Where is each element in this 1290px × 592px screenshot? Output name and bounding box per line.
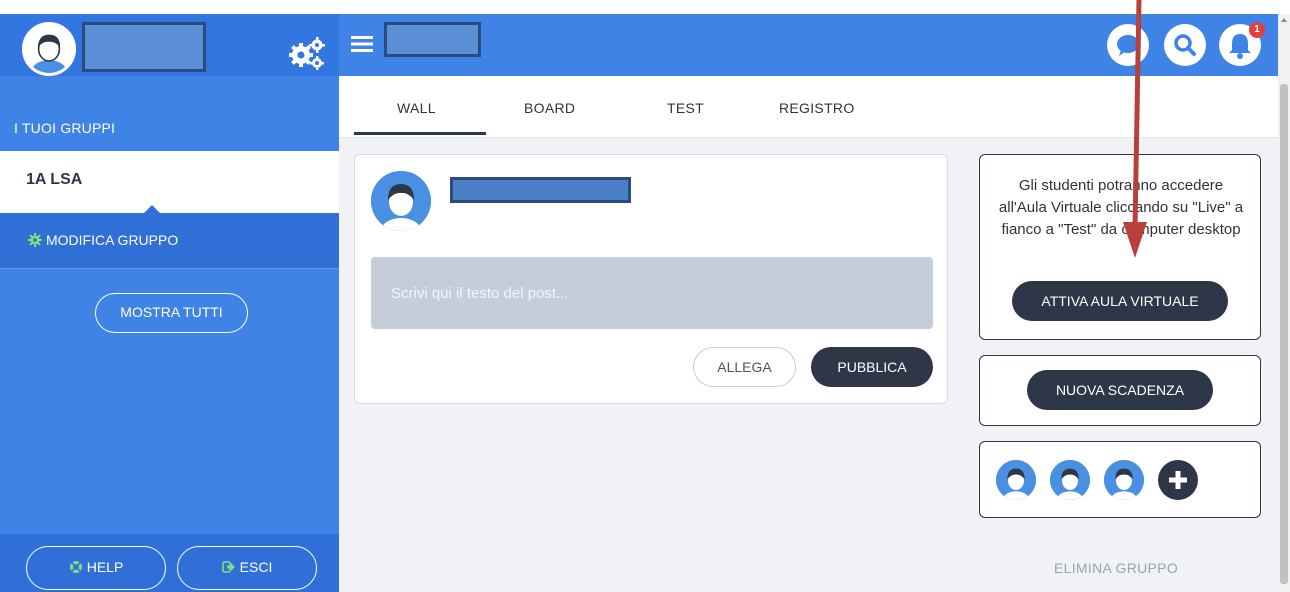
sidebar: I TUOI GRUPPI 1A LSA MODIFICA GRUPPO MOS…: [0, 14, 339, 592]
avatar-icon: [25, 25, 73, 73]
new-deadline-button[interactable]: NUOVA SCADENZA: [1027, 370, 1213, 410]
exit-label: ESCI: [239, 559, 273, 575]
tab-wall[interactable]: WALL: [397, 100, 436, 116]
post-text-input[interactable]: [371, 257, 933, 329]
member-avatar[interactable]: [1104, 460, 1144, 500]
post-author-avatar: [371, 171, 431, 231]
cog-icon: [28, 233, 42, 247]
avatar-icon: [1104, 460, 1144, 500]
delete-group-link[interactable]: ELIMINA GRUPPO: [1054, 560, 1178, 576]
members-card: [979, 441, 1261, 518]
tab-test[interactable]: TEST: [667, 100, 704, 116]
avatar-icon: [1050, 460, 1090, 500]
modify-group-item[interactable]: MODIFICA GRUPPO: [0, 213, 339, 269]
author-name-redacted: [450, 177, 631, 203]
tab-board[interactable]: BOARD: [524, 100, 575, 116]
active-tab-indicator: [354, 132, 486, 135]
show-all-button[interactable]: MOSTRA TUTTI: [95, 293, 248, 333]
plus-icon: [1169, 471, 1187, 489]
tab-registro[interactable]: REGISTRO: [779, 100, 855, 116]
help-button[interactable]: HELP: [26, 546, 166, 590]
annotation-arrow-icon: [1123, 0, 1147, 258]
activate-virtual-classroom-button[interactable]: ATTIVA AULA VIRTUALE: [1012, 281, 1228, 321]
lifebuoy-icon: [69, 561, 82, 574]
help-label: HELP: [86, 559, 124, 575]
new-post-card: ALLEGA PUBBLICA: [354, 154, 948, 404]
sidebar-footer: HELP ESCI: [0, 534, 339, 592]
scroll-up-arrow[interactable]: [1281, 18, 1287, 22]
user-avatar[interactable]: [22, 22, 76, 76]
modify-group-label: MODIFICA GRUPPO: [46, 232, 179, 248]
top-strip: [0, 0, 1290, 14]
sidebar-header: [0, 14, 339, 76]
member-avatar[interactable]: [996, 460, 1036, 500]
group-name: 1A LSA: [26, 171, 83, 188]
groups-label: I TUOI GRUPPI: [14, 120, 116, 136]
deadline-card: NUOVA SCADENZA: [979, 355, 1261, 426]
sign-out-icon: [221, 561, 235, 574]
attach-button[interactable]: ALLEGA: [693, 347, 796, 387]
hamburger-menu-icon[interactable]: [351, 34, 373, 54]
sidebar-item-group-1a-lsa[interactable]: 1A LSA: [0, 151, 339, 215]
scroll-thumb[interactable]: [1280, 84, 1288, 584]
add-member-button[interactable]: [1158, 460, 1198, 500]
search-icon: [1174, 34, 1196, 56]
avatar-icon: [371, 171, 431, 231]
member-avatar[interactable]: [1050, 460, 1090, 500]
page-title-redacted: [384, 22, 481, 57]
publish-button[interactable]: PUBBLICA: [811, 347, 933, 387]
exit-button[interactable]: ESCI: [177, 546, 317, 590]
search-button[interactable]: [1164, 24, 1206, 66]
username-redacted: [82, 22, 206, 72]
avatar-icon: [996, 460, 1036, 500]
gears-icon[interactable]: [288, 36, 326, 70]
notification-badge: 1: [1249, 22, 1265, 38]
page-scrollbar[interactable]: [1278, 14, 1290, 592]
